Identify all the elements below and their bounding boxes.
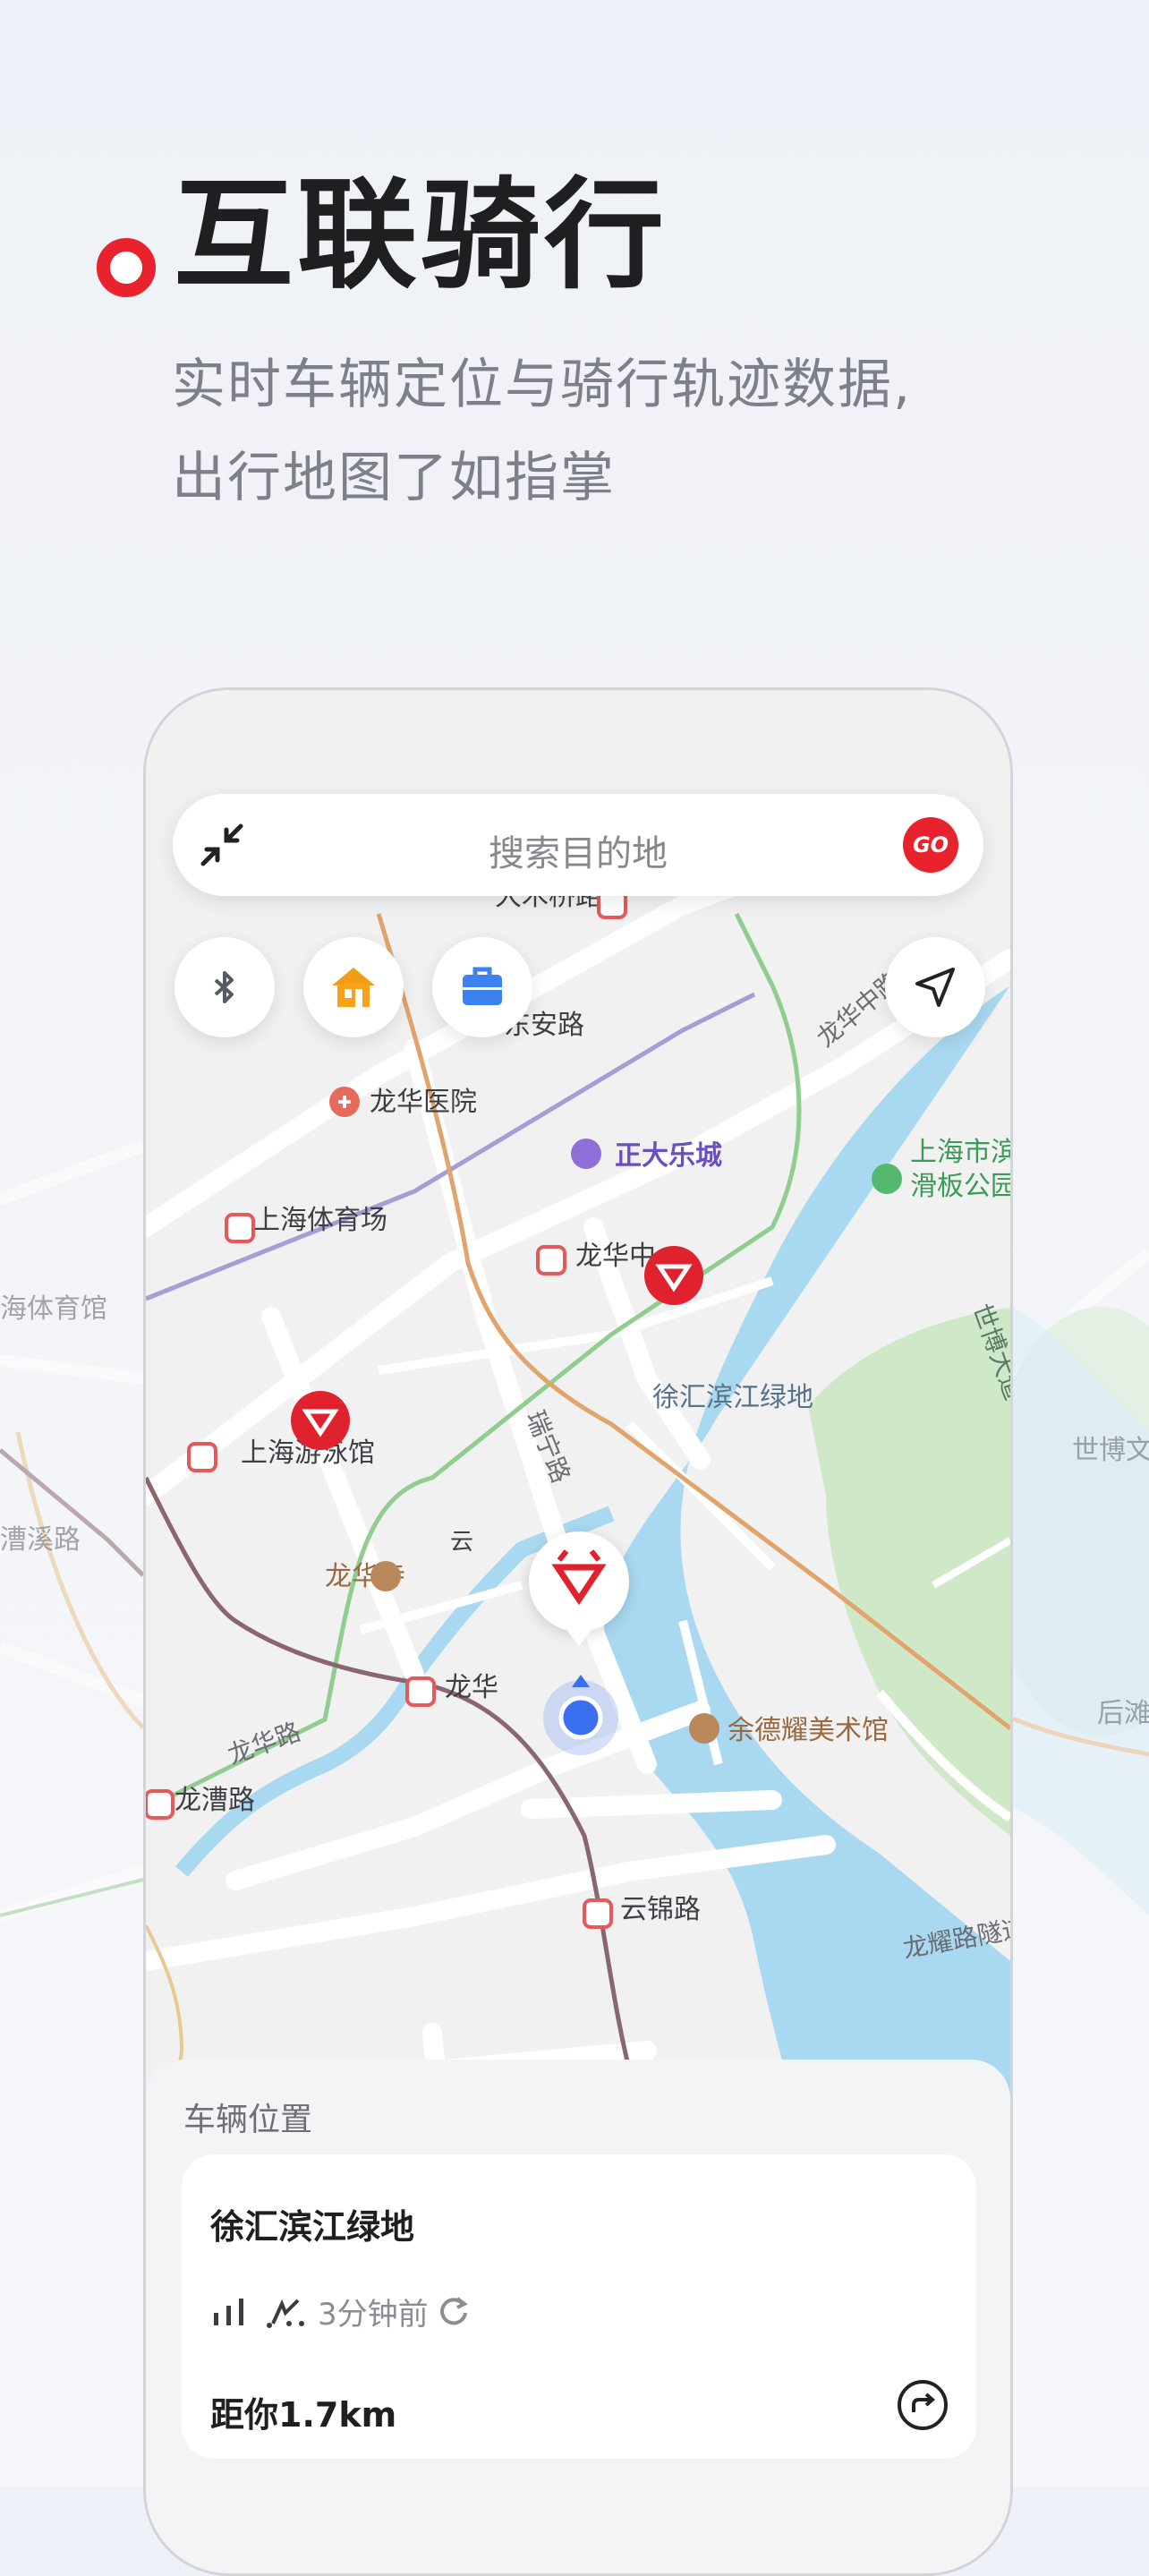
map-label-yude: 余德耀美术馆 [728,1715,889,1746]
status-row: 3分钟前 [210,2289,472,2333]
signal-icon [214,2299,243,2325]
locate-button[interactable] [885,937,985,1037]
panel-title: 车辆位置 [183,2102,313,2138]
page-subtitle: 实时车辆定位与骑行轨迹数据, 出行地图了如指掌 [172,338,1049,525]
go-button[interactable]: GO [903,817,958,873]
gps-icon [267,2299,304,2328]
distance-text: 距你1.7km [210,2395,397,2435]
bg-label-caoxi: 漕溪路 [0,1524,81,1556]
bg-label-stadium: 海体育馆 [0,1293,107,1325]
museum-icon [689,1713,719,1744]
home-icon [332,968,375,1007]
home-button[interactable] [303,937,404,1037]
work-button[interactable] [432,937,532,1037]
navigate-icon[interactable] [894,2376,951,2434]
map-label-longhua-zhong: 龙华中 [575,1241,656,1272]
map-label-yun: 云 [450,1529,473,1556]
metro-station-icon [405,1676,436,1707]
vehicle-location-name: 徐汇滨江绿地 [210,2207,415,2247]
phone-frame: 大木桥路 东安路 龙华医院 上海体育场 上海游泳馆 龙华寺 龙华 龙漕路 云锦路… [143,687,1013,2576]
bluetooth-button[interactable] [174,937,275,1037]
search-placeholder[interactable]: 搜索目的地 [173,824,983,876]
title-bullet [97,238,156,297]
vehicle-marker[interactable] [291,1391,350,1450]
metro-station-icon [583,1898,613,1929]
metro-station-icon [187,1442,217,1472]
bg-label-shibo: 世博文 [1072,1435,1149,1466]
map-label-longcao: 龙漕路 [174,1785,255,1816]
briefcase-icon [463,967,502,1005]
map-label-longhua-station: 龙华 [445,1672,498,1703]
bluetooth-icon [214,971,234,1003]
metro-station-icon [146,1789,174,1820]
subtitle-line-2: 出行地图了如指掌 [172,447,616,509]
map-label-zhengda: 正大乐城 [615,1140,722,1172]
map-label-sh-stadium: 上海体育场 [253,1205,387,1236]
map-label-binjiang-park: 上海市滨江 [910,1137,1010,1168]
metro-station-icon [536,1245,566,1275]
map-label-binjiang-park-2: 滑板公园 [910,1171,1010,1202]
vehicle-position-panel: 车辆位置 徐汇滨江绿地 3分钟前 距你1.7km [146,2060,1010,2573]
map-label-yunjin: 云锦路 [620,1894,701,1925]
vehicle-info-card[interactable]: 徐汇滨江绿地 3分钟前 距你1.7km [182,2154,976,2459]
subtitle-line-1: 实时车辆定位与骑行轨迹数据, [172,354,913,416]
map-label-xuhui: 徐汇滨江绿地 [652,1382,813,1413]
page-title: 互联骑行 [174,166,668,305]
park-icon [872,1164,902,1194]
bg-label-houtan: 后滩 [1097,1698,1149,1729]
refresh-icon[interactable] [436,2293,472,2329]
metro-station-icon [225,1213,255,1243]
map-label-longhua-hospital: 龙华医院 [370,1087,477,1118]
vehicle-marker[interactable] [644,1246,703,1305]
search-bar[interactable]: 搜索目的地 GO [173,794,983,896]
temple-icon [370,1561,401,1591]
navigation-arrow-icon [915,968,955,1007]
update-time: 3分钟前 [318,2296,429,2333]
mall-icon [571,1139,601,1169]
